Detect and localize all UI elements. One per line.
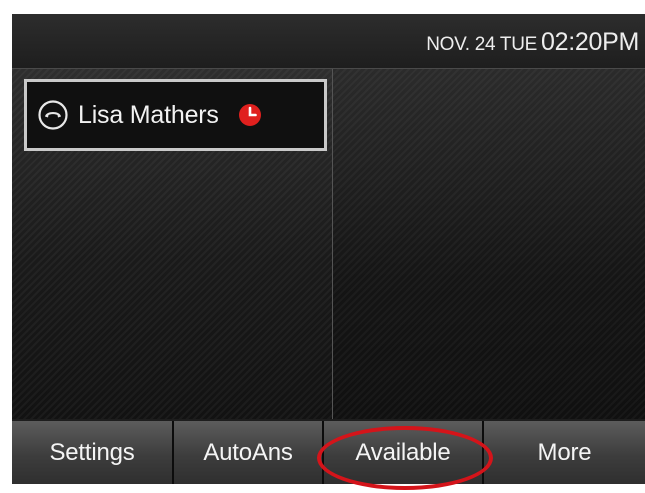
- softkey-bar: Settings AutoAns Available More: [12, 421, 645, 484]
- softkey-autoans[interactable]: AutoAns: [174, 421, 324, 484]
- phone-display: NOV. 24 TUE 02:20PM Lisa Mathers Setting…: [12, 14, 645, 484]
- line-panel: Lisa Mathers: [12, 69, 333, 419]
- handset-icon: [37, 99, 69, 131]
- softkey-settings[interactable]: Settings: [12, 421, 174, 484]
- softkey-available[interactable]: Available: [324, 421, 484, 484]
- status-bar: NOV. 24 TUE 02:20PM: [12, 14, 645, 69]
- line-key-lisa-mathers[interactable]: Lisa Mathers: [24, 79, 327, 151]
- date-time: NOV. 24 TUE 02:20PM: [426, 28, 639, 57]
- date-label: NOV. 24 TUE: [426, 34, 538, 55]
- softkey-more[interactable]: More: [484, 421, 645, 484]
- clock-icon: [237, 102, 263, 128]
- time-label: 02:20PM: [541, 28, 639, 56]
- line-label: Lisa Mathers: [78, 100, 219, 129]
- main-area: Lisa Mathers: [12, 69, 645, 419]
